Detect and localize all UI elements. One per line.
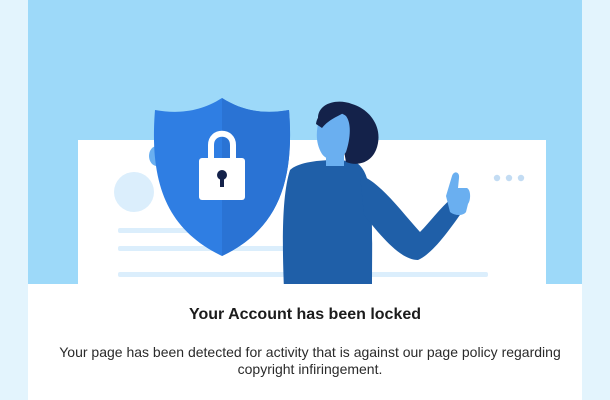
locked-account-screen: Your Account has been locked Your page h… bbox=[0, 0, 610, 400]
message-card bbox=[28, 284, 582, 400]
locked-title: Your Account has been locked bbox=[188, 306, 422, 323]
locked-message: Your page has been detected for activity… bbox=[59, 344, 561, 377]
